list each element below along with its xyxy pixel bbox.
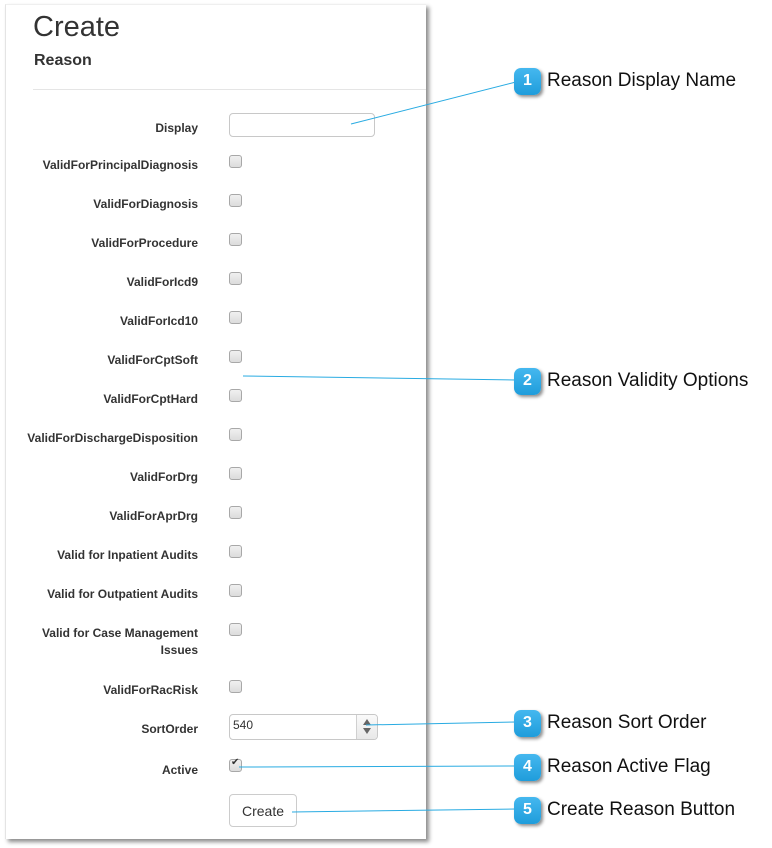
sort-order-value: 540	[233, 718, 254, 732]
callout-text: Reason Sort Order	[547, 712, 707, 733]
callout-text: Reason Active Flag	[547, 756, 711, 777]
checkbox-label: ValidForDischargeDisposition	[27, 431, 198, 445]
display-input[interactable]	[229, 113, 375, 137]
checkbox-label: ValidForIcd10	[119, 314, 198, 328]
page-subtitle: Reason	[34, 52, 92, 69]
callout-badge: 2	[514, 367, 541, 395]
checkbox-label: ValidForDiagnosis	[93, 197, 198, 211]
sort-order-input[interactable]: 540	[229, 714, 378, 740]
valid-for-cpt-hard-checkbox[interactable]	[229, 389, 242, 402]
header-divider	[33, 89, 426, 90]
checkbox-label: ValidForCptSoft	[107, 353, 198, 367]
callout-badge: 5	[514, 796, 541, 824]
valid-for-procedure-checkbox[interactable]	[229, 233, 242, 246]
valid-for-outpatient-audits-checkbox[interactable]	[229, 584, 242, 597]
create-reason-panel: Create Reason Display ValidForPrincipalD…	[5, 4, 426, 839]
checkbox-label: ValidForIcd9	[126, 275, 198, 289]
callout-text: Reason Validity Options	[547, 370, 749, 391]
callout-badge: 3	[514, 709, 541, 737]
sort-order-label: SortOrder	[141, 722, 198, 736]
callout-5: 5 Create Reason Button	[514, 795, 735, 825]
callout-3: 3 Reason Sort Order	[514, 708, 706, 738]
valid-for-rac-risk-checkbox[interactable]	[229, 680, 242, 693]
valid-for-icd9-checkbox[interactable]	[229, 272, 242, 285]
callout-badge: 4	[514, 753, 541, 781]
spin-up-icon[interactable]	[363, 719, 371, 725]
callout-badge: 1	[514, 67, 541, 95]
valid-for-icd10-checkbox[interactable]	[229, 311, 242, 324]
callout-text: Reason Display Name	[547, 70, 737, 91]
sort-order-spinner[interactable]	[356, 715, 377, 739]
checkbox-label: ValidForAprDrg	[109, 509, 198, 523]
valid-for-apr-drg-checkbox[interactable]	[229, 506, 242, 519]
valid-for-discharge-disposition-checkbox[interactable]	[229, 428, 242, 441]
valid-for-diagnosis-checkbox[interactable]	[229, 194, 242, 207]
callout-2: 2 Reason Validity Options	[514, 366, 748, 396]
checkbox-label: Valid for Case Management Issues	[41, 626, 198, 657]
checkbox-label: ValidForCptHard	[103, 392, 198, 406]
create-button[interactable]: Create	[229, 794, 297, 827]
valid-for-cpt-soft-checkbox[interactable]	[229, 350, 242, 363]
checkbox-label: Valid for Inpatient Audits	[57, 548, 198, 562]
valid-for-inpatient-audits-checkbox[interactable]	[229, 545, 242, 558]
valid-for-drg-checkbox[interactable]	[229, 467, 242, 480]
checkbox-label: Valid for Outpatient Audits	[47, 587, 198, 601]
checkbox-label: ValidForDrg	[129, 470, 198, 484]
spin-down-icon[interactable]	[363, 728, 371, 734]
display-label: Display	[155, 121, 198, 135]
callout-1: 1 Reason Display Name	[514, 66, 736, 96]
callout-text: Create Reason Button	[547, 799, 736, 820]
checkbox-label: ValidForPrincipalDiagnosis	[42, 158, 198, 172]
valid-for-principal-diagnosis-checkbox[interactable]	[229, 155, 242, 168]
checkbox-label: ValidForProcedure	[91, 236, 198, 250]
annotated-screenshot: Create Reason Display ValidForPrincipalD…	[0, 0, 772, 848]
active-checkbox[interactable]	[229, 757, 242, 772]
page-title: Create	[33, 11, 121, 43]
checkbox-label: ValidForRacRisk	[103, 683, 198, 697]
active-label: Active	[161, 763, 198, 777]
valid-for-case-management-issues-checkbox[interactable]	[229, 623, 242, 636]
callout-4: 4 Reason Active Flag	[514, 752, 711, 782]
